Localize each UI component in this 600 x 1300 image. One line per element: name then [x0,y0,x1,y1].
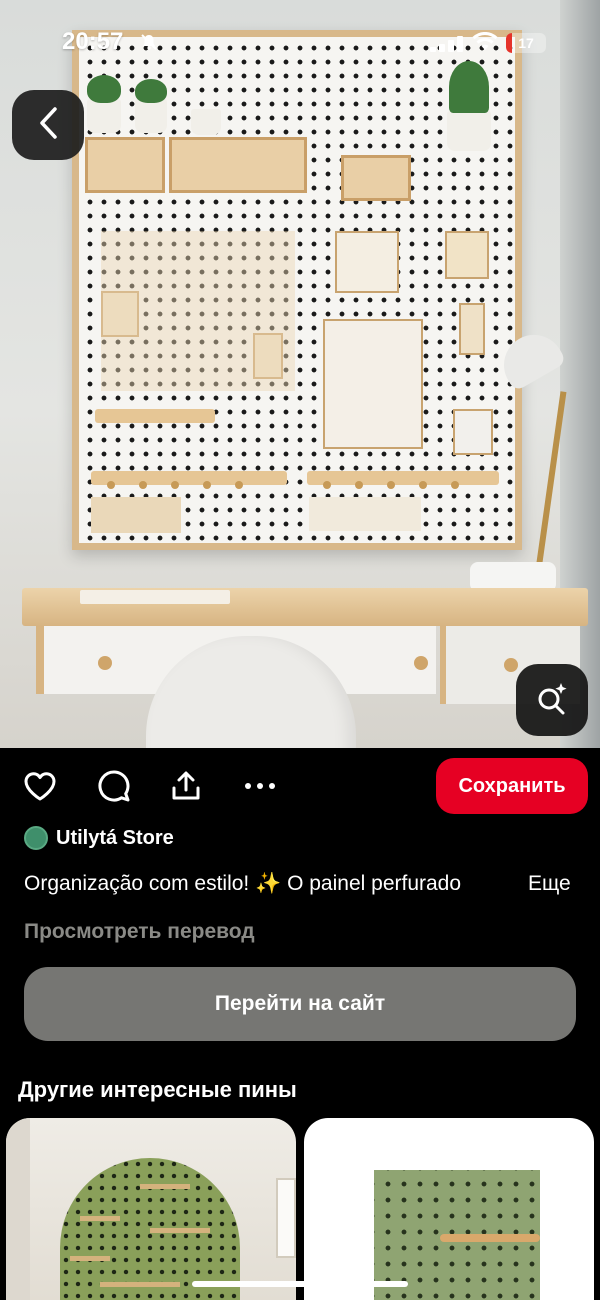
peg-5 [235,481,243,489]
plant-pot-4 [447,111,491,151]
mute-bell-icon [140,33,158,56]
battery-level: 17 [518,35,534,51]
save-button[interactable]: Сохранить [436,758,588,814]
lens-search-icon [535,681,569,720]
arch-shelf [80,1216,120,1221]
peg-10 [451,481,459,489]
avatar[interactable] [24,826,48,850]
heart-icon[interactable] [20,766,60,806]
read-more-link[interactable]: Еще [528,872,571,896]
peg-9 [419,481,427,489]
wifi-icon [472,31,498,52]
more-icon[interactable] [240,766,280,806]
share-icon[interactable] [166,766,206,806]
description-fade [474,872,528,902]
drawer-knob [414,656,428,670]
hook-rail-left [91,471,287,485]
peg-2 [139,481,147,489]
panel-left [101,231,295,391]
card-frame [276,1178,296,1258]
back-button[interactable] [12,90,84,160]
arch-shelf [70,1256,110,1261]
pin-image[interactable]: 20:57 17 [0,0,600,748]
hook-rail-right [307,471,499,485]
home-indicator[interactable] [192,1281,408,1287]
drawer-knob [504,658,518,672]
card-wall [6,1118,30,1300]
visual-search-button[interactable] [516,664,588,736]
pin-description-row: Organização com estilo! ✨ O painel perfu… [24,872,584,902]
peg-7 [355,481,363,489]
view-translation-link[interactable]: Просмотреть перевод [24,920,255,944]
arch-pegboard [60,1158,240,1300]
pen-cup [453,409,493,455]
rail-panel-left [91,497,181,533]
pegboard-tile [445,231,489,279]
related-pin-card[interactable] [304,1118,594,1300]
plant-pot-1 [87,99,121,133]
arch-shelf [150,1228,210,1233]
peg-3 [171,481,179,489]
picture-frame [335,231,399,293]
plant-pot-2 [135,99,167,133]
wood-rail [440,1234,540,1242]
status-bar: 20:57 17 [0,28,600,62]
top-shelf-left [85,137,165,193]
chevron-left-icon [37,106,59,145]
comment-icon[interactable] [94,766,134,806]
pin-actions: Сохранить [0,756,600,816]
plant-pot-3 [191,109,221,135]
arch-shelf [140,1184,190,1189]
desk-paper [80,590,230,604]
peg-8 [387,481,395,489]
peg-1 [107,481,115,489]
plant-leaves-2 [135,79,167,103]
rail-panel-right [309,497,421,531]
pin-description: Organização com estilo! ✨ O painel perfu… [24,872,462,895]
plant-leaves-4 [449,61,489,113]
house-shelf [341,155,411,201]
related-pins-title: Другие интересные пины [18,1077,297,1102]
pegboard [72,30,522,550]
author-name[interactable]: Utilytá Store [56,827,174,850]
drawer-knob [98,656,112,670]
related-pin-card[interactable] [6,1118,296,1300]
status-time: 20:57 [62,28,124,55]
peg-4 [203,481,211,489]
arch-shelf [100,1282,180,1287]
author-row[interactable]: Utilytá Store [24,824,174,852]
battery-icon: 17 [506,33,546,53]
plant-leaves-1 [87,75,121,103]
tag-item [459,303,485,355]
hook-rail-upper [95,409,215,423]
clipboard [323,319,423,449]
cellular-signal-icon [430,36,464,52]
top-shelf-right [169,137,307,193]
visit-site-button[interactable]: Перейти на сайт [24,967,576,1041]
peg-6 [323,481,331,489]
